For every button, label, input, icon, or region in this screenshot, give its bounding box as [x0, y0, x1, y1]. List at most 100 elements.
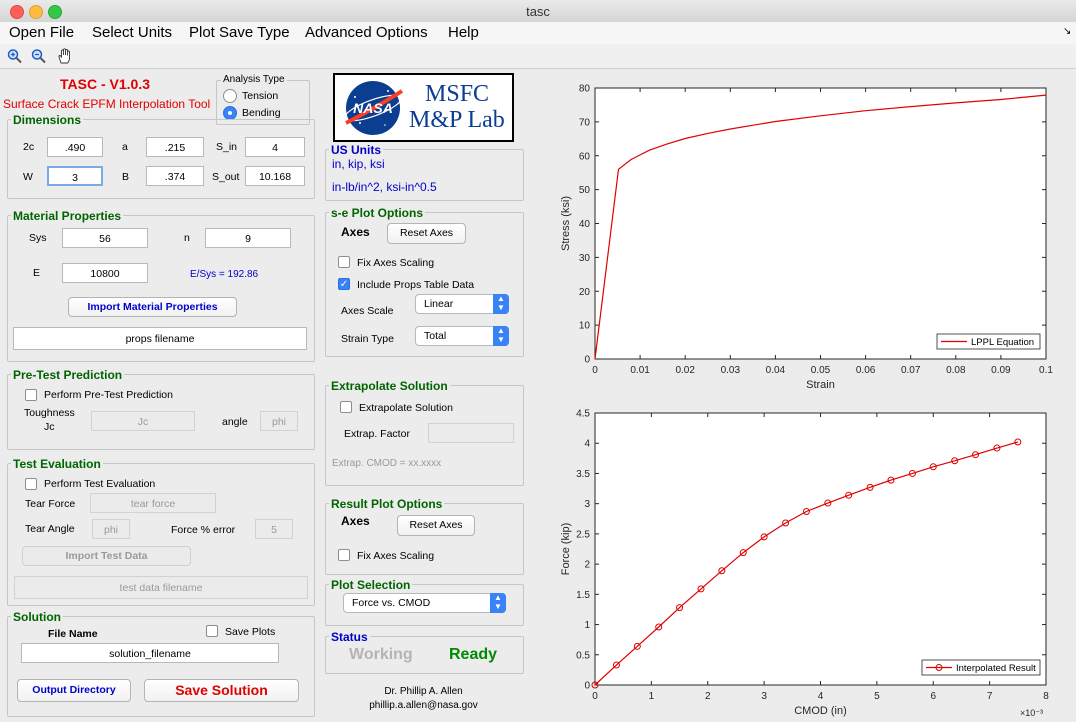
- label-e: E: [33, 267, 41, 279]
- extrapolate-checkbox-label: Extrapolate Solution: [359, 402, 453, 414]
- x-tick-label: 0.01: [630, 365, 650, 376]
- input-e[interactable]: 10800: [62, 263, 148, 283]
- solution-filename-input[interactable]: solution_filename: [21, 643, 279, 663]
- charts-area: 0 0.01 0.02 0.03 0.04 0.05 0.06 0.07 0.08 0.09 0.1…: [560, 84, 1053, 719]
- x-axis-label: Strain: [806, 379, 835, 391]
- y-tick-label: 0: [584, 681, 590, 692]
- x-tick-label: 0.05: [811, 365, 831, 376]
- pre-test-prediction-panel: Pre-Test Prediction Perform Pre-Test Pre…: [7, 368, 315, 450]
- input-a[interactable]: .215: [146, 137, 204, 157]
- se-fix-axes-scaling-checkbox[interactable]: [338, 256, 350, 268]
- angle-label: angle: [222, 416, 248, 428]
- app-title: TASC - V1.0.3: [60, 76, 150, 92]
- output-directory-button[interactable]: Output Directory: [17, 679, 131, 702]
- credit-email: phillip.a.allen@nasa.gov: [369, 700, 478, 711]
- import-test-data-button[interactable]: Import Test Data: [22, 546, 191, 566]
- angle-phi-input[interactable]: phi: [260, 411, 298, 431]
- radio-bending-label: Bending: [242, 107, 281, 119]
- material-properties-panel: Material Properties Sys 56 n 9 E 10800 E…: [7, 209, 315, 362]
- strain-type-value: Total: [424, 330, 447, 342]
- zoom-out-icon[interactable]: [30, 48, 48, 64]
- test-evaluation-panel: Test Evaluation Perform Test Evaluation …: [7, 457, 315, 606]
- input-2c[interactable]: .490: [47, 137, 103, 157]
- x-tick-label: 2: [705, 691, 711, 702]
- se-reset-axes-button[interactable]: Reset Axes: [387, 223, 466, 244]
- extrapolate-solution-title: Extrapolate Solution: [329, 379, 450, 393]
- extrap-factor-input[interactable]: [428, 423, 514, 443]
- y-tick-label: 20: [579, 287, 591, 298]
- strain-type-select[interactable]: Total ▲ ▼: [415, 326, 509, 346]
- include-props-checkbox[interactable]: ✓: [338, 278, 350, 290]
- y-tick-label: 3: [584, 499, 590, 510]
- input-s-out[interactable]: 10.168: [245, 166, 305, 186]
- menu-plot-save-type[interactable]: Plot Save Type: [189, 24, 290, 41]
- input-b[interactable]: .374: [146, 166, 204, 186]
- save-solution-button[interactable]: Save Solution: [144, 679, 299, 702]
- stress-strain-chart[interactable]: 0 0.01 0.02 0.03 0.04 0.05 0.06 0.07 0.08 0.09 0.1…: [560, 84, 1053, 392]
- jc-input[interactable]: Jc: [91, 411, 195, 431]
- extrap-factor-label: Extrap. Factor: [344, 428, 410, 440]
- tear-force-input[interactable]: tear force: [90, 493, 216, 513]
- y-tick-label: 70: [579, 117, 591, 128]
- result-plot-options-title: Result Plot Options: [329, 497, 445, 511]
- force-cmod-chart[interactable]: 0 1 2 3 4 5 6 7 8 0 0.5 1 1.5 2 2.5 3 3.5 4 4.5 CMOD (in) Fo…: [560, 409, 1049, 719]
- x-tick-label: 0: [592, 365, 598, 376]
- perform-test-eval-label: Perform Test Evaluation: [44, 478, 156, 490]
- plot-selection-select[interactable]: Force vs. CMOD ▲ ▼: [343, 593, 506, 613]
- save-plots-checkbox[interactable]: [206, 625, 218, 637]
- result-fix-axes-scaling-checkbox[interactable]: [338, 549, 350, 561]
- menu-open-file[interactable]: Open File: [9, 24, 74, 41]
- units-line2: in-lb/in^2, ksi-in^0.5: [332, 180, 437, 194]
- x-tick-label: 0.03: [721, 365, 741, 376]
- analysis-type-title: Analysis Type: [221, 74, 287, 85]
- x-tick-label: 0: [592, 691, 598, 702]
- tear-angle-input[interactable]: phi: [92, 519, 130, 539]
- menu-advanced-options[interactable]: Advanced Options: [305, 24, 428, 41]
- radio-tension-label: Tension: [242, 90, 279, 102]
- label-n: n: [184, 232, 190, 244]
- y-tick-label: 10: [579, 321, 591, 332]
- input-sys[interactable]: 56: [62, 228, 148, 248]
- x-tick-label: 1: [649, 691, 655, 702]
- perform-test-eval-checkbox[interactable]: [25, 478, 37, 490]
- y-tick-label: 0.5: [576, 650, 590, 661]
- x-tick-label: 6: [930, 691, 936, 702]
- zoom-in-icon[interactable]: [6, 48, 24, 64]
- radio-bending[interactable]: [223, 106, 237, 120]
- result-axes-label: Axes: [341, 514, 370, 528]
- svg-text:NASA: NASA: [353, 100, 393, 116]
- save-plots-label: Save Plots: [225, 626, 276, 638]
- input-s-in[interactable]: 4: [245, 137, 305, 157]
- se-plot-options-panel: s-e Plot Options Axes Reset Axes Fix Axe…: [325, 206, 524, 357]
- chevron-updown-icon: ▲ ▼: [493, 294, 509, 314]
- label-s-out: S_out: [212, 171, 240, 183]
- pan-hand-icon[interactable]: [56, 48, 74, 64]
- label-w: W: [23, 171, 33, 183]
- solution-title: Solution: [11, 610, 63, 624]
- force-error-input[interactable]: 5: [255, 519, 293, 539]
- input-n[interactable]: 9: [205, 228, 291, 248]
- menu-select-units[interactable]: Select Units: [92, 24, 172, 41]
- tear-force-label: Tear Force: [25, 498, 76, 510]
- perform-pre-test-checkbox[interactable]: [25, 389, 37, 401]
- axes-scale-label: Axes Scale: [341, 305, 394, 317]
- legend-label: Interpolated Result: [956, 663, 1036, 674]
- axes-scale-select[interactable]: Linear ▲ ▼: [415, 294, 509, 314]
- file-name-label: File Name: [48, 628, 98, 640]
- radio-tension[interactable]: [223, 89, 237, 103]
- plot-selection-value: Force vs. CMOD: [352, 597, 431, 609]
- plot-area: [594, 87, 1047, 360]
- import-material-properties-button[interactable]: Import Material Properties: [68, 297, 237, 317]
- extrapolate-solution-panel: Extrapolate Solution Extrapolate Solutio…: [325, 379, 524, 486]
- result-reset-axes-button[interactable]: Reset Axes: [397, 515, 475, 536]
- status-ready: Ready: [449, 646, 498, 663]
- input-w[interactable]: 3: [47, 166, 103, 186]
- toolbar-toggle-icon[interactable]: ↘: [1063, 26, 1071, 37]
- x-tick-label: 0.08: [946, 365, 966, 376]
- menu-help[interactable]: Help: [448, 24, 479, 41]
- x-tick-label: 0.07: [901, 365, 921, 376]
- extrapolate-checkbox[interactable]: [340, 401, 352, 413]
- x-tick-label: 0.02: [675, 365, 695, 376]
- result-fix-axes-scaling-label: Fix Axes Scaling: [357, 550, 435, 562]
- se-fix-axes-scaling-label: Fix Axes Scaling: [357, 257, 435, 269]
